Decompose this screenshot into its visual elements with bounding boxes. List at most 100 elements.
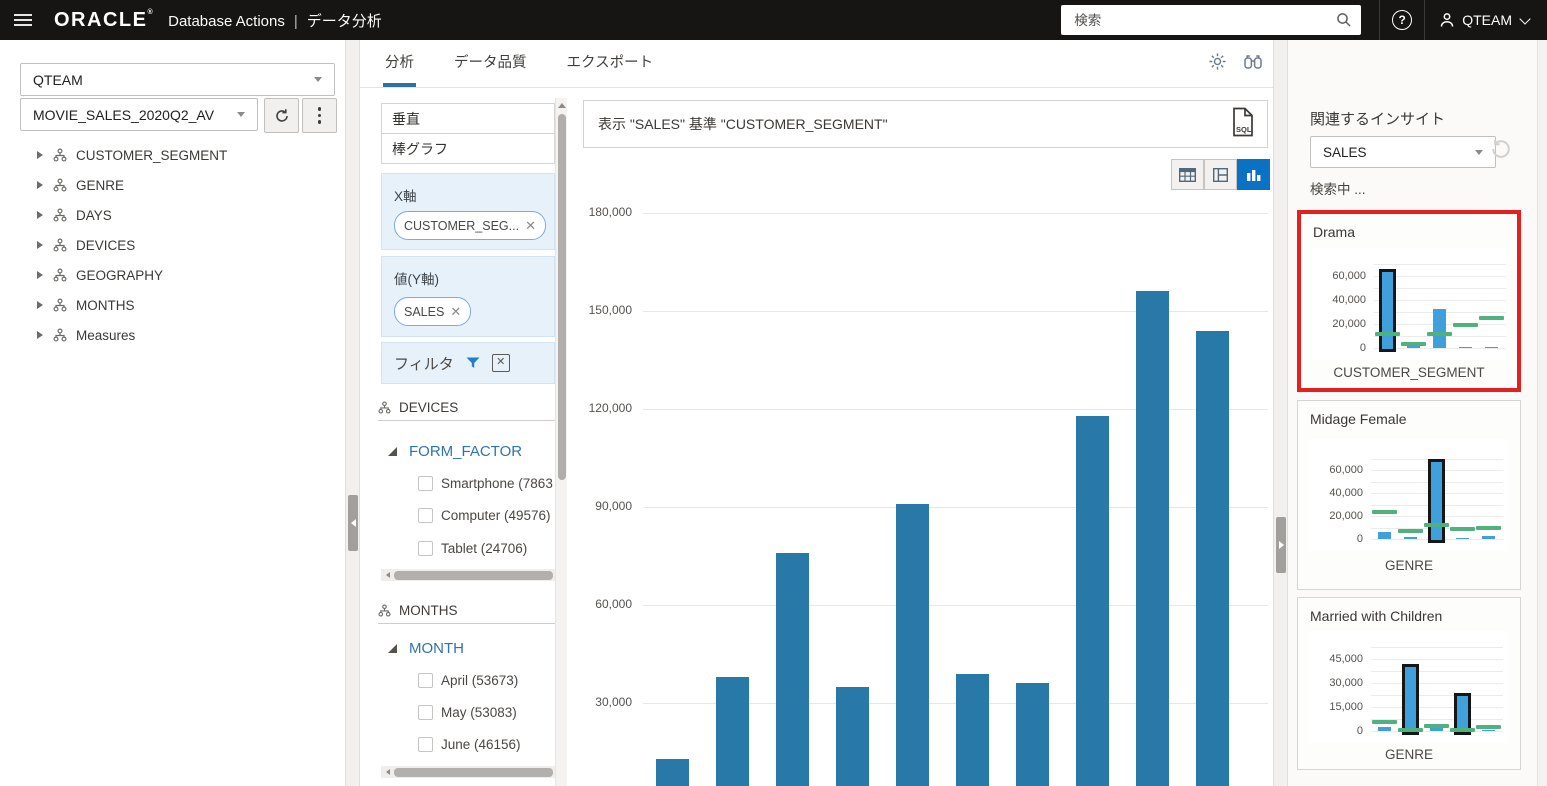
filter-option-june[interactable]: June (46156) bbox=[418, 737, 555, 752]
filter-option-may[interactable]: May (53083) bbox=[418, 705, 555, 720]
sales-bar[interactable] bbox=[1136, 291, 1169, 786]
filter-option-april[interactable]: April (53673) bbox=[418, 673, 555, 688]
gridline bbox=[643, 213, 1268, 214]
schema-select-value: QTEAM bbox=[33, 72, 83, 88]
dataset-select[interactable]: MOVIE_SALES_2020Q2_AV bbox=[20, 98, 258, 131]
checkbox[interactable] bbox=[418, 508, 433, 523]
horizontal-scrollbar[interactable] bbox=[381, 766, 555, 778]
user-menu[interactable]: QTEAM bbox=[1439, 12, 1529, 28]
tabs-bar: 分析 データ品質 エクスポート bbox=[360, 40, 1273, 88]
scroll-up-icon[interactable] bbox=[558, 103, 566, 108]
chart-type-select[interactable]: 棒グラフ bbox=[381, 133, 555, 164]
expanded-arrow-icon[interactable] bbox=[388, 447, 397, 456]
attribute-form-factor[interactable]: FORM_FACTOR bbox=[388, 443, 522, 460]
help-button[interactable]: ? bbox=[1380, 10, 1424, 30]
insight-xaxis-label: GENRE bbox=[1298, 558, 1520, 573]
remove-chip-icon[interactable]: ✕ bbox=[450, 304, 461, 320]
panel-scrollbar-track[interactable] bbox=[1537, 40, 1547, 786]
checkbox[interactable] bbox=[418, 737, 433, 752]
filter-option-tablet[interactable]: Tablet (24706) bbox=[418, 541, 555, 556]
scrollbar-thumb[interactable] bbox=[394, 571, 553, 580]
sales-bar[interactable] bbox=[896, 504, 929, 786]
x-axis-chip-label: CUSTOMER_SEG... bbox=[404, 219, 519, 233]
sales-bar[interactable] bbox=[656, 759, 689, 786]
benchmark-line bbox=[1479, 316, 1504, 320]
sales-bar[interactable] bbox=[716, 677, 749, 786]
horizontal-scrollbar[interactable] bbox=[381, 569, 555, 581]
benchmark-line bbox=[1372, 510, 1397, 514]
funnel-filter-icon[interactable] bbox=[466, 357, 480, 369]
refresh-insights-icon[interactable] bbox=[1490, 138, 1512, 165]
x-axis-chip[interactable]: CUSTOMER_SEG... ✕ bbox=[394, 211, 546, 240]
collapse-right-panel-handle[interactable] bbox=[1276, 517, 1286, 573]
tab-analysis[interactable]: 分析 bbox=[383, 40, 416, 87]
insight-metric-select[interactable]: SALES bbox=[1310, 136, 1496, 168]
x-axis-dropzone[interactable]: X軸 CUSTOMER_SEG... ✕ bbox=[381, 173, 555, 250]
schema-select[interactable]: QTEAM bbox=[20, 63, 335, 96]
checkbox[interactable] bbox=[418, 541, 433, 556]
y-axis-chip-label: SALES bbox=[404, 305, 444, 319]
clear-filter-icon[interactable]: ✕ bbox=[492, 354, 510, 372]
insight-card-married-with-children[interactable]: Married with Children 45,00030,00015,000… bbox=[1297, 597, 1521, 770]
filter-option-smartphone[interactable]: Smartphone (7863 bbox=[418, 476, 555, 491]
tab-data-quality[interactable]: データ品質 bbox=[452, 40, 529, 87]
expand-arrow-icon[interactable] bbox=[37, 211, 43, 219]
checkbox[interactable] bbox=[418, 476, 433, 491]
binoculars-insights-icon[interactable] bbox=[1243, 53, 1263, 76]
tree-item-genre[interactable]: GENRE bbox=[0, 170, 345, 200]
refresh-icon bbox=[274, 108, 290, 124]
expand-arrow-icon[interactable] bbox=[37, 181, 43, 189]
scroll-left-icon[interactable] bbox=[381, 572, 394, 578]
dataset-tree: CUSTOMER_SEGMENT GENRE DAYS DEVICES GEOG… bbox=[0, 140, 345, 350]
dataset-menu-button[interactable] bbox=[302, 98, 337, 133]
right-splitter bbox=[1273, 40, 1288, 786]
insight-mini-chart: 60,00040,00020,0000 bbox=[1312, 248, 1510, 360]
collapse-right-icon bbox=[1279, 541, 1284, 549]
orientation-select[interactable]: 垂直 bbox=[381, 103, 555, 134]
expand-arrow-icon[interactable] bbox=[37, 151, 43, 159]
tree-item-customer-segment[interactable]: CUSTOMER_SEGMENT bbox=[0, 140, 345, 170]
config-vertical-scrollbar[interactable] bbox=[555, 98, 567, 786]
insight-bar-highlighted bbox=[1379, 269, 1396, 352]
filter-option-computer[interactable]: Computer (49576) bbox=[418, 508, 555, 523]
sales-bar[interactable] bbox=[1196, 331, 1229, 786]
sales-bar[interactable] bbox=[956, 674, 989, 786]
tree-item-label: Measures bbox=[76, 328, 135, 343]
refresh-button[interactable] bbox=[264, 98, 299, 133]
search-input[interactable] bbox=[1061, 5, 1336, 35]
expand-arrow-icon[interactable] bbox=[37, 241, 43, 249]
scrollbar-thumb[interactable] bbox=[558, 114, 566, 480]
expand-arrow-icon[interactable] bbox=[37, 271, 43, 279]
tree-item-geography[interactable]: GEOGRAPHY bbox=[0, 260, 345, 290]
sql-file-icon[interactable]: SQL bbox=[1232, 107, 1254, 142]
remove-chip-icon[interactable]: ✕ bbox=[525, 218, 536, 234]
y-axis-chip[interactable]: SALES ✕ bbox=[394, 297, 471, 326]
filter-dropzone[interactable]: フィルタ ✕ bbox=[381, 342, 555, 384]
x-axis-label: X軸 bbox=[394, 185, 554, 205]
sales-bar[interactable] bbox=[1016, 683, 1049, 786]
expand-arrow-icon[interactable] bbox=[37, 301, 43, 309]
tree-item-devices[interactable]: DEVICES bbox=[0, 230, 345, 260]
module-title: データ分析 bbox=[307, 13, 382, 30]
tree-item-months[interactable]: MONTHS bbox=[0, 290, 345, 320]
tree-item-measures[interactable]: Measures bbox=[0, 320, 345, 350]
sales-bar[interactable] bbox=[1076, 416, 1109, 786]
y-axis-dropzone[interactable]: 値(Y軸) SALES ✕ bbox=[381, 256, 555, 337]
insight-card-midage-female[interactable]: Midage Female 60,00040,00020,0000 GENRE bbox=[1297, 400, 1521, 590]
scrollbar-thumb[interactable] bbox=[394, 768, 553, 777]
search-icon[interactable] bbox=[1336, 12, 1352, 28]
hamburger-menu-icon[interactable] bbox=[14, 14, 32, 26]
expanded-arrow-icon[interactable] bbox=[388, 644, 397, 653]
settings-gear-icon[interactable] bbox=[1208, 52, 1227, 76]
insight-card-drama[interactable]: Drama 60,00040,00020,0000 CUSTOMER_SEGME… bbox=[1297, 210, 1521, 392]
tab-export[interactable]: エクスポート bbox=[565, 40, 656, 87]
attribute-month[interactable]: MONTH bbox=[388, 640, 464, 657]
scroll-left-icon[interactable] bbox=[381, 769, 394, 775]
collapse-left-panel-handle[interactable] bbox=[348, 495, 358, 551]
sales-bar[interactable] bbox=[776, 553, 809, 786]
tree-item-days[interactable]: DAYS bbox=[0, 200, 345, 230]
sales-bar[interactable] bbox=[836, 687, 869, 786]
checkbox[interactable] bbox=[418, 705, 433, 720]
expand-arrow-icon[interactable] bbox=[37, 331, 43, 339]
checkbox[interactable] bbox=[418, 673, 433, 688]
